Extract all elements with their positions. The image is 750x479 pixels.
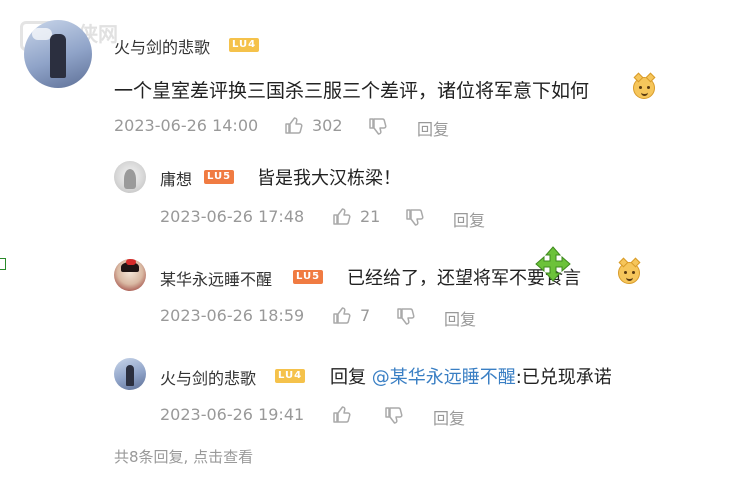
thumbs-up-icon[interactable]: [284, 115, 304, 135]
reply-button[interactable]: 回复: [444, 306, 476, 330]
level-badge: LU4: [275, 369, 306, 383]
username[interactable]: 庸想: [160, 166, 192, 190]
like-count: 302: [312, 116, 343, 135]
avatar[interactable]: [114, 358, 146, 390]
level-badge: LU4: [229, 38, 260, 52]
like-count: 7: [360, 306, 371, 325]
thumbs-up-icon[interactable]: [332, 404, 352, 424]
reply-date: 2023-06-26 19:41: [160, 405, 305, 424]
reply-body: :已兑现承诺: [515, 367, 612, 388]
reply-prefix: 回复: [330, 367, 366, 388]
thumbs-down-icon[interactable]: [368, 117, 388, 137]
reply-button[interactable]: 回复: [433, 405, 465, 429]
doge-emoji-icon: [618, 257, 641, 284]
view-more-replies-link[interactable]: 共8条回复, 点击查看: [114, 446, 253, 467]
reply-text: 回复 @某华永远睡不醒:已兑现承诺: [330, 363, 612, 389]
username[interactable]: 某华永远睡不醒: [160, 266, 272, 290]
move-cursor-icon: [535, 246, 571, 282]
thumbs-down-icon[interactable]: [384, 406, 404, 426]
doge-emoji-icon: [633, 72, 656, 99]
edge-marker: [0, 258, 6, 270]
reply-date: 2023-06-26 18:59: [160, 306, 305, 325]
level-badge: LU5: [293, 270, 324, 284]
level-badge: LU5: [204, 170, 235, 184]
thumbs-down-icon[interactable]: [396, 307, 416, 327]
avatar[interactable]: [24, 20, 92, 88]
like-count: 21: [360, 207, 381, 226]
comment-text: 一个皇室差评换三国杀三服三个差评，诸位将军意下如何: [114, 80, 590, 102]
thumbs-up-icon[interactable]: [332, 206, 352, 226]
mention-link[interactable]: @某华永远睡不醒: [372, 367, 516, 388]
username[interactable]: 火与剑的悲歌: [160, 365, 256, 389]
reply-date: 2023-06-26 17:48: [160, 207, 305, 226]
reply-text: 皆是我大汉栋梁！: [257, 168, 401, 189]
username[interactable]: 火与剑的悲歌: [114, 34, 210, 58]
comment-date: 2023-06-26 14:00: [114, 116, 259, 135]
avatar[interactable]: [114, 259, 146, 291]
reply-button[interactable]: 回复: [453, 207, 485, 231]
thumbs-down-icon[interactable]: [405, 208, 425, 228]
reply-button[interactable]: 回复: [417, 116, 449, 140]
avatar[interactable]: [114, 161, 146, 193]
thumbs-up-icon[interactable]: [332, 305, 352, 325]
